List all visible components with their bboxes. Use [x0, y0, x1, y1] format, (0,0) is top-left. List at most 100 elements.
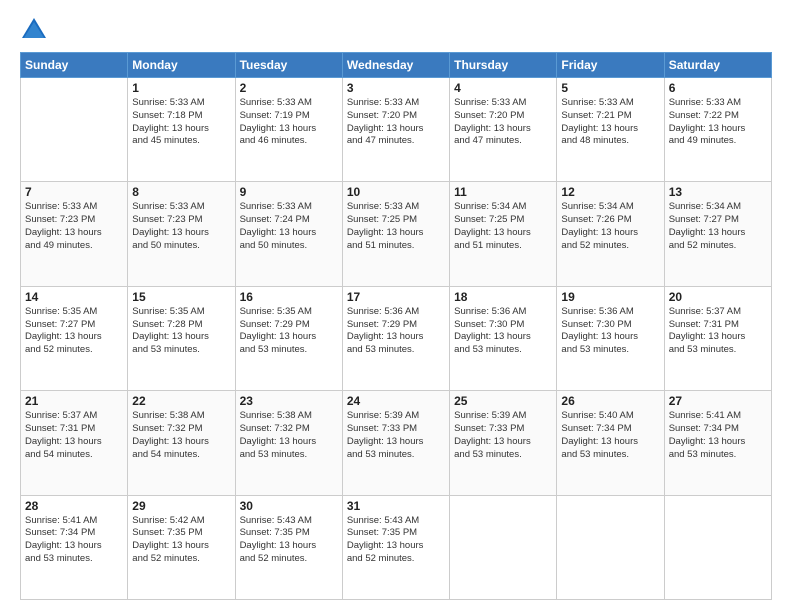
day-info: Sunrise: 5:36 AM Sunset: 7:30 PM Dayligh…	[454, 306, 552, 357]
day-number: 28	[25, 499, 123, 513]
day-number: 8	[132, 185, 230, 199]
day-info: Sunrise: 5:33 AM Sunset: 7:19 PM Dayligh…	[240, 97, 338, 148]
day-number: 27	[669, 394, 767, 408]
calendar-cell: 5Sunrise: 5:33 AM Sunset: 7:21 PM Daylig…	[557, 78, 664, 182]
day-info: Sunrise: 5:43 AM Sunset: 7:35 PM Dayligh…	[240, 515, 338, 566]
day-info: Sunrise: 5:40 AM Sunset: 7:34 PM Dayligh…	[561, 410, 659, 461]
day-number: 10	[347, 185, 445, 199]
calendar-cell: 3 Sunrise: 5:33 AM Sunset: 7:20 PM Daylig…	[342, 78, 449, 182]
day-number: 20	[669, 290, 767, 304]
day-info: Sunrise: 5:42 AM Sunset: 7:35 PM Dayligh…	[132, 515, 230, 566]
logo-icon	[20, 16, 48, 44]
calendar-cell: 21 Sunrise: 5:37 AM Sunset: 7:31 PM Dayli…	[21, 391, 128, 495]
day-info: Sunrise: 5:41 AM Sunset: 7:34 PM Dayligh…	[25, 515, 123, 566]
weekday-header: Friday	[557, 53, 664, 78]
day-number: 13	[669, 185, 767, 199]
calendar-cell: 12Sunrise: 5:34 AM Sunset: 7:26 PM Dayli…	[557, 182, 664, 286]
day-info: Sunrise: 5:33 AM Sunset: 7:20 PM Dayligh…	[347, 97, 445, 148]
day-info: Sunrise: 5:34 AM Sunset: 7:25 PM Dayligh…	[454, 201, 552, 252]
calendar-week-row: 21 Sunrise: 5:37 AM Sunset: 7:31 PM Dayli…	[21, 391, 772, 495]
calendar-cell: 28 Sunrise: 5:41 AM Sunset: 7:34 PM Dayli…	[21, 495, 128, 599]
day-info: Sunrise: 5:34 AM Sunset: 7:26 PM Dayligh…	[561, 201, 659, 252]
calendar-week-row: 14Sunrise: 5:35 AM Sunset: 7:27 PM Dayli…	[21, 286, 772, 390]
calendar-cell: 23Sunrise: 5:38 AM Sunset: 7:32 PM Dayli…	[235, 391, 342, 495]
day-number: 3	[347, 81, 445, 95]
day-info: Sunrise: 5:39 AM Sunset: 7:33 PM Dayligh…	[347, 410, 445, 461]
calendar-cell: 15 Sunrise: 5:35 AM Sunset: 7:28 PM Dayli…	[128, 286, 235, 390]
calendar-cell: 31 Sunrise: 5:43 AM Sunset: 7:35 PM Dayli…	[342, 495, 449, 599]
day-info: Sunrise: 5:33 AM Sunset: 7:22 PM Dayligh…	[669, 97, 767, 148]
calendar-cell: 19 Sunrise: 5:36 AM Sunset: 7:30 PM Dayli…	[557, 286, 664, 390]
calendar-cell: 27 Sunrise: 5:41 AM Sunset: 7:34 PM Dayli…	[664, 391, 771, 495]
calendar-cell: 30 Sunrise: 5:43 AM Sunset: 7:35 PM Dayli…	[235, 495, 342, 599]
day-number: 9	[240, 185, 338, 199]
day-info: Sunrise: 5:36 AM Sunset: 7:29 PM Dayligh…	[347, 306, 445, 357]
day-number: 31	[347, 499, 445, 513]
day-info: Sunrise: 5:33 AM Sunset: 7:23 PM Dayligh…	[132, 201, 230, 252]
calendar-cell: 11 Sunrise: 5:34 AM Sunset: 7:25 PM Dayli…	[450, 182, 557, 286]
weekday-header: Sunday	[21, 53, 128, 78]
calendar-cell: 25 Sunrise: 5:39 AM Sunset: 7:33 PM Dayli…	[450, 391, 557, 495]
day-number: 26	[561, 394, 659, 408]
day-info: Sunrise: 5:38 AM Sunset: 7:32 PM Dayligh…	[132, 410, 230, 461]
day-number: 1	[132, 81, 230, 95]
calendar-cell: 2 Sunrise: 5:33 AM Sunset: 7:19 PM Daylig…	[235, 78, 342, 182]
day-number: 4	[454, 81, 552, 95]
calendar-cell: 29 Sunrise: 5:42 AM Sunset: 7:35 PM Dayli…	[128, 495, 235, 599]
day-number: 25	[454, 394, 552, 408]
day-info: Sunrise: 5:33 AM Sunset: 7:24 PM Dayligh…	[240, 201, 338, 252]
day-info: Sunrise: 5:39 AM Sunset: 7:33 PM Dayligh…	[454, 410, 552, 461]
day-info: Sunrise: 5:38 AM Sunset: 7:32 PM Dayligh…	[240, 410, 338, 461]
day-number: 6	[669, 81, 767, 95]
weekday-header-row: SundayMondayTuesdayWednesdayThursdayFrid…	[21, 53, 772, 78]
weekday-header: Tuesday	[235, 53, 342, 78]
day-number: 2	[240, 81, 338, 95]
calendar-week-row: 28 Sunrise: 5:41 AM Sunset: 7:34 PM Dayli…	[21, 495, 772, 599]
calendar-cell: 17Sunrise: 5:36 AM Sunset: 7:29 PM Dayli…	[342, 286, 449, 390]
day-number: 15	[132, 290, 230, 304]
weekday-header: Monday	[128, 53, 235, 78]
day-number: 21	[25, 394, 123, 408]
calendar-cell: 20 Sunrise: 5:37 AM Sunset: 7:31 PM Dayli…	[664, 286, 771, 390]
calendar-cell: 10Sunrise: 5:33 AM Sunset: 7:25 PM Dayli…	[342, 182, 449, 286]
page: SundayMondayTuesdayWednesdayThursdayFrid…	[0, 0, 792, 612]
day-number: 22	[132, 394, 230, 408]
day-number: 30	[240, 499, 338, 513]
calendar-cell: 16Sunrise: 5:35 AM Sunset: 7:29 PM Dayli…	[235, 286, 342, 390]
calendar-cell: 8 Sunrise: 5:33 AM Sunset: 7:23 PM Daylig…	[128, 182, 235, 286]
day-info: Sunrise: 5:35 AM Sunset: 7:28 PM Dayligh…	[132, 306, 230, 357]
day-number: 24	[347, 394, 445, 408]
calendar-cell	[21, 78, 128, 182]
calendar-cell	[664, 495, 771, 599]
day-number: 16	[240, 290, 338, 304]
calendar-cell	[557, 495, 664, 599]
calendar-cell: 22 Sunrise: 5:38 AM Sunset: 7:32 PM Dayli…	[128, 391, 235, 495]
day-number: 29	[132, 499, 230, 513]
header	[20, 16, 772, 44]
weekday-header: Wednesday	[342, 53, 449, 78]
day-info: Sunrise: 5:37 AM Sunset: 7:31 PM Dayligh…	[669, 306, 767, 357]
day-info: Sunrise: 5:43 AM Sunset: 7:35 PM Dayligh…	[347, 515, 445, 566]
day-number: 11	[454, 185, 552, 199]
day-info: Sunrise: 5:37 AM Sunset: 7:31 PM Dayligh…	[25, 410, 123, 461]
weekday-header: Saturday	[664, 53, 771, 78]
day-info: Sunrise: 5:33 AM Sunset: 7:20 PM Dayligh…	[454, 97, 552, 148]
calendar-cell: 24 Sunrise: 5:39 AM Sunset: 7:33 PM Dayli…	[342, 391, 449, 495]
calendar-week-row: 1 Sunrise: 5:33 AM Sunset: 7:18 PM Daylig…	[21, 78, 772, 182]
day-info: Sunrise: 5:34 AM Sunset: 7:27 PM Dayligh…	[669, 201, 767, 252]
calendar-cell: 26 Sunrise: 5:40 AM Sunset: 7:34 PM Dayli…	[557, 391, 664, 495]
day-info: Sunrise: 5:41 AM Sunset: 7:34 PM Dayligh…	[669, 410, 767, 461]
day-info: Sunrise: 5:36 AM Sunset: 7:30 PM Dayligh…	[561, 306, 659, 357]
logo	[20, 16, 52, 44]
calendar-cell	[450, 495, 557, 599]
calendar-cell: 13 Sunrise: 5:34 AM Sunset: 7:27 PM Dayli…	[664, 182, 771, 286]
calendar-week-row: 7Sunrise: 5:33 AM Sunset: 7:23 PM Daylig…	[21, 182, 772, 286]
calendar-cell: 4 Sunrise: 5:33 AM Sunset: 7:20 PM Daylig…	[450, 78, 557, 182]
day-number: 5	[561, 81, 659, 95]
calendar-table: SundayMondayTuesdayWednesdayThursdayFrid…	[20, 52, 772, 600]
day-number: 19	[561, 290, 659, 304]
calendar-cell: 9 Sunrise: 5:33 AM Sunset: 7:24 PM Daylig…	[235, 182, 342, 286]
day-number: 18	[454, 290, 552, 304]
day-info: Sunrise: 5:33 AM Sunset: 7:23 PM Dayligh…	[25, 201, 123, 252]
day-info: Sunrise: 5:33 AM Sunset: 7:18 PM Dayligh…	[132, 97, 230, 148]
